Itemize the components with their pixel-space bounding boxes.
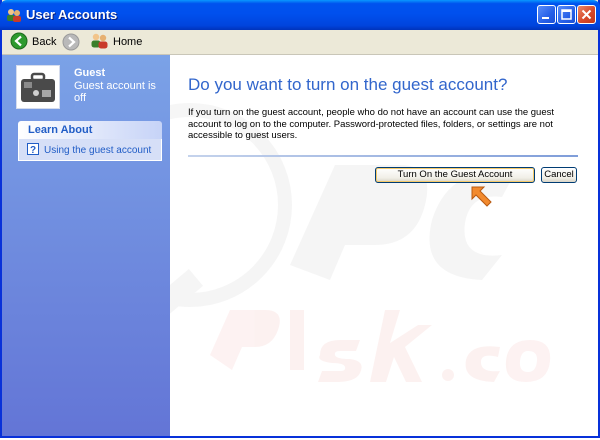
close-button[interactable] <box>577 5 596 24</box>
cancel-button[interactable]: Cancel <box>541 167 577 183</box>
main-content: Do you want to turn on the guest account… <box>170 55 598 436</box>
turn-on-guest-account-button[interactable]: Turn On the Guest Account <box>375 167 535 183</box>
svg-text:?: ? <box>30 145 36 155</box>
back-label: Back <box>32 36 57 48</box>
back-button[interactable]: Back <box>10 32 57 53</box>
learn-about-header: Learn About <box>18 121 162 139</box>
help-icon: ? <box>27 143 39 158</box>
page-heading: Do you want to turn on the guest account… <box>188 75 508 94</box>
suitcase-icon <box>21 72 55 102</box>
guest-picture <box>16 65 60 109</box>
home-button[interactable]: Home <box>90 33 142 51</box>
account-status: Guest account is off <box>74 80 156 104</box>
maximize-button[interactable] <box>557 5 576 24</box>
guest-account-card: Guest Guest account is off <box>16 65 166 111</box>
forward-arrow-icon <box>62 33 80 54</box>
user-accounts-icon <box>6 7 22 23</box>
task-sidebar: Guest Guest account is off Learn About ?… <box>2 55 170 436</box>
content-divider <box>188 155 578 157</box>
user-accounts-window: User Accounts Back Home Guest Guest acco… <box>0 0 600 438</box>
back-arrow-icon <box>10 32 28 53</box>
using-guest-account-link[interactable]: ? Using the guest account <box>27 143 151 158</box>
account-name: Guest <box>74 67 106 79</box>
home-label: Home <box>113 36 143 48</box>
title-bar[interactable]: User Accounts <box>0 0 600 30</box>
users-home-icon <box>90 32 110 53</box>
window-title: User Accounts <box>26 7 118 22</box>
navigation-toolbar: Back Home <box>2 30 598 55</box>
pointer-arrow-icon <box>470 185 494 214</box>
forward-button[interactable] <box>62 33 80 54</box>
page-description: If you turn on the guest account, people… <box>188 107 555 141</box>
minimize-button[interactable] <box>537 5 556 24</box>
help-link-label: Using the guest account <box>44 145 152 156</box>
learn-about-panel: ? Using the guest account <box>18 139 162 161</box>
learn-about-title: Learn About <box>28 124 93 136</box>
